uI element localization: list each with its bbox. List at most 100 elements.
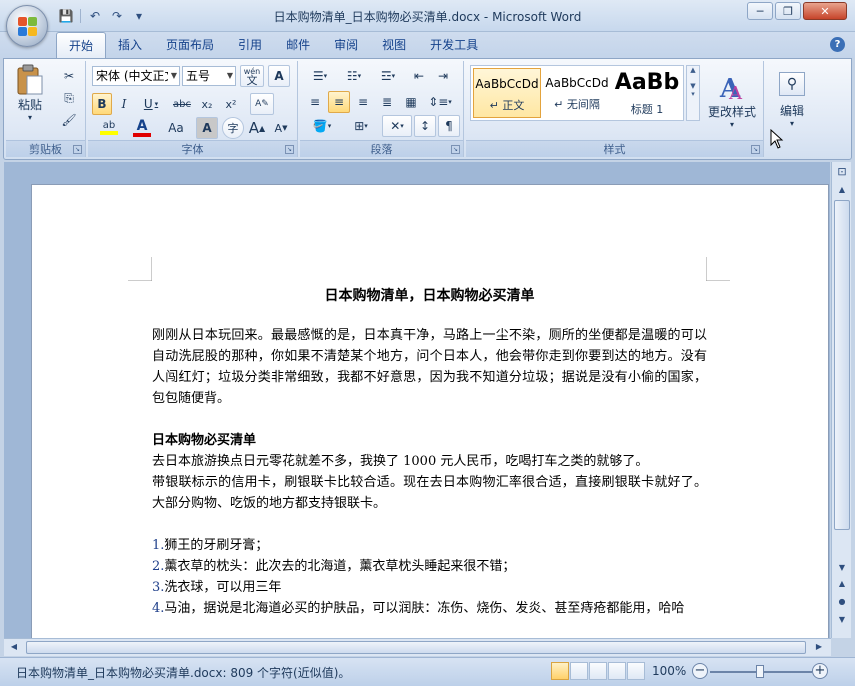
chinese-layout-button[interactable]: ✕ ▾	[382, 115, 412, 137]
font-size-combo[interactable]: 五号 ▼	[182, 66, 236, 86]
body-line-1: 去日本旅游换点日元零花就差不多，我换了 1000 元人民币，吃喝打车之类的就够了…	[152, 454, 649, 469]
scroll-up-button[interactable]: ▲	[834, 182, 850, 198]
char-shading-button[interactable]: A	[196, 117, 218, 139]
office-button[interactable]	[6, 5, 48, 47]
italic-button[interactable]: I	[114, 93, 134, 115]
underline-arrow[interactable]: ▾	[155, 100, 159, 108]
borders-button[interactable]: ⊞ ▾	[344, 115, 378, 137]
editing-button[interactable]: ⚲ 编辑 ▾	[772, 63, 812, 137]
align-center-icon[interactable]: ≡	[328, 91, 350, 113]
previous-page-icon[interactable]: ▲	[834, 576, 850, 592]
justify-icon[interactable]: ≣	[376, 91, 398, 113]
align-right-icon[interactable]: ≡	[352, 91, 374, 113]
tab-page-layout[interactable]: 页面布局	[154, 32, 226, 58]
sort-icon[interactable]: ↕	[414, 115, 436, 137]
tab-references[interactable]: 引用	[226, 32, 274, 58]
align-left-icon[interactable]: ≡	[304, 91, 326, 113]
close-button[interactable]: ✕	[803, 2, 847, 20]
copy-icon[interactable]: ⎘	[58, 87, 80, 109]
scroll-down-button[interactable]: ▼	[834, 560, 850, 576]
style-heading-1[interactable]: AaBb 标题 1	[613, 68, 681, 118]
multilevel-list-button[interactable]: ☲ ▾	[372, 65, 404, 87]
font-size-arrow[interactable]: ▼	[227, 67, 233, 85]
browse-object-icon[interactable]: ●	[834, 594, 850, 610]
editing-arrow: ▾	[789, 119, 794, 128]
horizontal-scrollbar[interactable]: ◀ ▶	[4, 638, 831, 656]
status-text[interactable]: 日本购物清单_日本购物必买清单.docx: 809 个字符(近似值)。	[16, 664, 350, 681]
paste-label: 粘贴	[17, 98, 42, 112]
zoom-level[interactable]: 100%	[652, 664, 686, 678]
style-normal[interactable]: AaBbCcDd ↵ 正文	[473, 68, 541, 118]
paste-button[interactable]: 粘贴 ▾	[10, 63, 50, 123]
style-heading-1-name: 标题 1	[630, 103, 664, 116]
paste-dropdown-arrow[interactable]: ▾	[28, 113, 32, 122]
body-line-2: 带银联标示的信用卡，刷银联卡比较合适。现在去日本购物汇率很合适，直接刷银联卡就好…	[152, 475, 707, 511]
style-gallery-scroll[interactable]: ▲ ▼ ▾	[686, 65, 700, 121]
bold-button[interactable]: B	[92, 93, 112, 115]
print-layout-view-button[interactable]	[551, 662, 569, 680]
change-styles-button[interactable]: A A 更改样式 ▾	[704, 63, 760, 137]
restore-button[interactable]: ❐	[775, 2, 801, 20]
zoom-slider-thumb[interactable]	[756, 665, 764, 678]
highlight-label: ab	[102, 120, 116, 131]
tab-view[interactable]: 视图	[370, 32, 418, 58]
tab-mailings[interactable]: 邮件	[274, 32, 322, 58]
paragraph-group-label: 段落	[300, 140, 463, 157]
grow-font-button[interactable]: A ▲	[246, 117, 268, 139]
tab-developer[interactable]: 开发工具	[418, 32, 490, 58]
cut-icon[interactable]: ✂	[58, 65, 80, 87]
change-case-button[interactable]: Aa	[160, 117, 192, 139]
grow-font-label: A	[248, 119, 260, 137]
list-number: 2.	[152, 559, 165, 574]
char-border-button[interactable]: A	[268, 65, 290, 87]
scroll-right-button[interactable]: ▶	[811, 639, 827, 655]
highlight-button[interactable]: ab	[92, 117, 126, 139]
ribbon-tab-row: 开始 插入 页面布局 引用 邮件 审阅 视图 开发工具 ?	[0, 32, 855, 59]
enclose-char-button[interactable]: 字	[222, 117, 244, 139]
decrease-indent-icon[interactable]: ⇤	[408, 65, 430, 87]
distributed-icon[interactable]: ▦	[400, 91, 422, 113]
clipboard-launcher-icon[interactable]: ↘	[73, 145, 82, 154]
format-painter-icon[interactable]: 🖌	[58, 109, 80, 131]
draft-view-button[interactable]	[627, 662, 645, 680]
font-name-combo[interactable]: 宋体 (中文正文) ▼	[92, 66, 180, 86]
line-spacing-button[interactable]: ⇕≡ ▾	[424, 91, 456, 113]
tab-insert[interactable]: 插入	[106, 32, 154, 58]
strikethrough-button[interactable]: abc	[170, 93, 194, 115]
outline-view-button[interactable]	[608, 662, 626, 680]
help-icon[interactable]: ?	[830, 37, 845, 52]
ruler-toggle-icon[interactable]: ⊡	[834, 164, 850, 180]
tab-review[interactable]: 审阅	[322, 32, 370, 58]
font-name-arrow[interactable]: ▼	[171, 67, 177, 85]
shrink-font-button[interactable]: A ▼	[270, 117, 292, 139]
scroll-left-button[interactable]: ◀	[6, 639, 22, 655]
clear-formatting-button[interactable]: A✎	[250, 93, 274, 115]
style-no-spacing[interactable]: AaBbCcDd ↵ 无间隔	[543, 68, 611, 118]
increase-indent-icon[interactable]: ⇥	[432, 65, 454, 87]
phonetic-guide-char: 文	[246, 74, 258, 87]
tab-home[interactable]: 开始	[56, 32, 107, 59]
zoom-out-button[interactable]: −	[692, 663, 708, 679]
bullets-button[interactable]: ☰ ▾	[304, 65, 336, 87]
shading-button[interactable]: 🪣 ▾	[304, 115, 340, 137]
vertical-scrollbar[interactable]: ⊡ ▲ ▼ ▲ ● ▼	[831, 162, 851, 638]
styles-launcher-icon[interactable]: ↘	[751, 145, 760, 154]
web-layout-button[interactable]	[589, 662, 607, 680]
font-launcher-icon[interactable]: ↘	[285, 145, 294, 154]
next-page-icon[interactable]: ▼	[834, 612, 850, 628]
phonetic-guide-button[interactable]: wén 文	[240, 65, 264, 87]
zoom-in-button[interactable]: +	[812, 663, 828, 679]
horizontal-scroll-thumb[interactable]	[26, 641, 806, 654]
subscript-button[interactable]: x₂	[196, 93, 218, 115]
minimize-button[interactable]: ─	[747, 2, 773, 20]
full-screen-reading-button[interactable]	[570, 662, 588, 680]
document-page[interactable]: 日本购物清单，日本购物必买清单 刚刚从日本玩回来。最最感慨的是，日本真干净，马路…	[31, 184, 829, 638]
font-size-value: 五号	[186, 69, 211, 83]
paragraph-launcher-icon[interactable]: ↘	[451, 145, 460, 154]
vertical-scroll-thumb[interactable]	[834, 200, 850, 530]
superscript-button[interactable]: x²	[220, 93, 242, 115]
numbering-button[interactable]: ☷ ▾	[338, 65, 370, 87]
show-marks-icon[interactable]: ¶	[438, 115, 460, 137]
font-color-button[interactable]: A	[128, 117, 156, 139]
underline-button[interactable]: U ▾	[136, 93, 166, 115]
